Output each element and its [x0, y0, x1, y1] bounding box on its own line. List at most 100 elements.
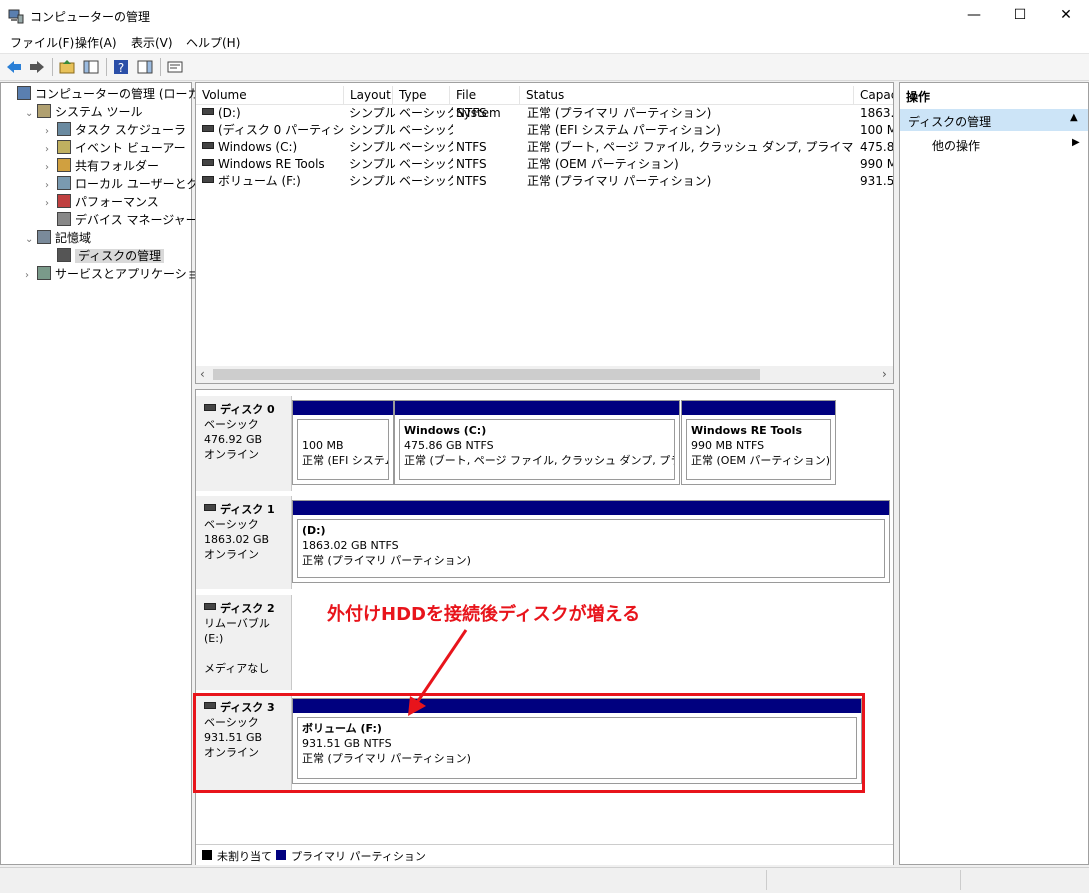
horizontal-scrollbar[interactable]: ‹ ›	[196, 366, 893, 383]
legend-unallocated: 未割り当て	[217, 850, 272, 863]
tree-item[interactable]: › タスク スケジューラ	[45, 121, 186, 139]
disk-row[interactable]: ディスク 1 ベーシック 1863.02 GB オンライン (D:) 1863.02 GB…	[196, 496, 890, 589]
tree-item[interactable]: › パフォーマンス	[45, 193, 159, 211]
minimize-button[interactable]: —	[951, 0, 997, 31]
volume-list-header: Volume Layout Type File System Status Ca…	[196, 86, 893, 120]
table-row[interactable]: Windows (C:) シンプル ベーシック NTFS 正常 (ブート, ページ ファ…	[196, 139, 893, 156]
scroll-left-icon[interactable]: ‹	[200, 367, 205, 381]
tree-item[interactable]: › イベント ビューアー	[45, 139, 186, 157]
legend-primary: プライマリ パーティション	[291, 850, 426, 863]
tree-node-icon	[37, 104, 51, 118]
volume-cell: Windows RE Tools	[202, 156, 344, 173]
table-row[interactable]: (ディスク 0 パーティション 1) シンプルベーシック 正常 (EFI システム …	[196, 122, 893, 139]
toolbar-separator	[106, 58, 107, 76]
tree-item[interactable]: ⌄ 記憶域	[25, 229, 91, 247]
console-tree-pane: コンピューターの管理 (ローカル) ⌄ システム ツール › タスク スケジューラ › イベ…	[0, 82, 234, 865]
expand-down-icon[interactable]: ⌄	[25, 105, 37, 123]
tree-item[interactable]: › 共有フォルダー	[45, 157, 159, 175]
table-cell: ベーシック	[399, 123, 453, 137]
show-hide-tree-icon[interactable]	[82, 58, 100, 76]
menu-view[interactable]: 表示(V)	[131, 34, 173, 51]
menu-file[interactable]: ファイル(F)	[10, 34, 74, 51]
forward-arrow-icon[interactable]	[28, 58, 46, 76]
column-header-layout[interactable]: Layout	[344, 86, 393, 104]
disk-name-text: ディスク 2	[220, 602, 275, 615]
partition-title: Windows (C:)	[404, 424, 487, 437]
volume-cell: ボリューム (F:)	[202, 173, 344, 190]
tree-item[interactable]: › サービスとアプリケーション	[25, 265, 211, 283]
partition-title: (D:)	[302, 524, 326, 537]
column-header-volume[interactable]: Volume	[196, 86, 344, 104]
table-cell: ベーシック	[399, 157, 453, 171]
actions-header: 操作	[906, 90, 931, 104]
partition-block[interactable]: Windows RE Tools 990 MB NTFS 正常 (OEM パーティシ…	[681, 400, 836, 485]
maximize-button[interactable]: ☐	[997, 0, 1043, 31]
tree-node-icon	[57, 158, 71, 172]
expand-right-icon[interactable]: ›	[25, 267, 37, 285]
column-header-type[interactable]: Type	[393, 86, 450, 104]
disk-info[interactable]: ディスク 0 ベーシック 476.92 GB オンライン	[196, 396, 292, 491]
volume-name: (ディスク 0 パーティション 1)	[218, 123, 344, 137]
table-cell: シンプル	[349, 140, 395, 154]
properties-icon[interactable]	[166, 58, 184, 76]
actions-pane: 操作 ディスクの管理 ▲ 他の操作 ▶	[899, 82, 1089, 865]
tree-item-label: タスク スケジューラ	[75, 123, 186, 137]
partition-status: 正常 (プライマリ パーティション)	[302, 554, 471, 567]
drive-icon	[202, 176, 214, 183]
partition-status: 正常 (OEM パーティション)	[691, 454, 831, 467]
close-button[interactable]: ✕	[1043, 0, 1089, 31]
tree-item[interactable]: デバイス マネージャー	[45, 211, 198, 229]
up-folder-icon[interactable]	[58, 58, 76, 76]
actions-section-disk-management[interactable]: ディスクの管理 ▲	[900, 109, 1088, 131]
volume-list-pane: Volume Layout Type File System Status Ca…	[195, 82, 894, 384]
partition-size: 1863.02 GB NTFS	[302, 539, 399, 552]
disk-icon	[204, 404, 216, 411]
collapse-up-icon[interactable]: ▲	[1070, 112, 1078, 123]
scrollbar-thumb[interactable]	[213, 369, 760, 380]
table-cell: シンプル	[349, 106, 395, 120]
partition-title: Windows RE Tools	[691, 424, 802, 437]
scroll-right-icon[interactable]: ›	[882, 367, 887, 381]
column-header-file-system[interactable]: File System	[450, 86, 520, 120]
disk-name: ディスク 2	[204, 601, 291, 616]
window-title: コンピューターの管理	[30, 10, 151, 24]
partition-details: 100 MB 正常 (EFI システム	[297, 419, 389, 480]
partition-size: 100 MB	[302, 439, 344, 452]
tree-item[interactable]: ディスクの管理	[45, 247, 165, 265]
tree-item[interactable]: ⌄ システム ツール	[25, 103, 142, 121]
tree-node-icon	[57, 176, 71, 190]
column-header-status[interactable]: Status	[520, 86, 854, 104]
tree-item[interactable]: コンピューターの管理 (ローカル)	[5, 85, 216, 103]
menu-help[interactable]: ヘルプ(H)	[186, 34, 240, 51]
annotation-arrow	[408, 629, 468, 716]
annotation-callout: 外付けHDDを接続後ディスクが増える	[319, 596, 711, 628]
partition-block[interactable]: Windows (C:) 475.86 GB NTFS 正常 (ブート, ページ フ…	[394, 400, 680, 485]
toolbar: ?	[0, 54, 1089, 81]
volume-name: (D:)	[218, 106, 241, 120]
table-row[interactable]: (D:) シンプル ベーシック NTFS 正常 (プライマリ パーティション) 1863.…	[196, 105, 894, 122]
disk-info[interactable]: ディスク 1 ベーシック 1863.02 GB オンライン	[196, 496, 292, 589]
disk-info[interactable]: ディスク 2 リムーバブル (E:) メディアなし	[196, 595, 292, 690]
expand-down-icon[interactable]: ⌄	[25, 231, 37, 249]
toolbar-separator	[160, 58, 161, 76]
tree-node-icon	[57, 212, 71, 226]
table-cell: 正常 (プライマリ パーティション)	[527, 174, 712, 188]
table-cell: NTFS	[456, 140, 487, 154]
volume-name: Windows (C:)	[218, 140, 298, 154]
table-row[interactable]: ボリューム (F:) シンプル ベーシック NTFS 正常 (プライマリ パーティション…	[196, 173, 893, 190]
actions-more-operations[interactable]: 他の操作 ▶	[900, 134, 1088, 154]
disk-row[interactable]: ディスク 0 ベーシック 476.92 GB オンライン 100 MB 正常 (EFI シ…	[196, 396, 890, 491]
help-icon[interactable]: ?	[112, 58, 130, 76]
partition-block[interactable]: (D:) 1863.02 GB NTFS 正常 (プライマリ パーティション)	[292, 500, 890, 583]
table-cell: NTFS	[456, 174, 487, 188]
table-row[interactable]: Windows RE Tools シンプル ベーシック NTFS 正常 (OEM パーテ…	[196, 156, 893, 173]
show-hide-action-pane-icon[interactable]	[136, 58, 154, 76]
partition-block[interactable]: 100 MB 正常 (EFI システム	[292, 400, 394, 485]
volume-name: Windows RE Tools	[218, 157, 325, 171]
menu-bar: ファイル(F) 操作(A) 表示(V) ヘルプ(H)	[0, 31, 1089, 54]
back-arrow-icon[interactable]	[5, 58, 23, 76]
submenu-right-icon: ▶	[1072, 137, 1080, 148]
menu-action[interactable]: 操作(A)	[75, 34, 117, 51]
column-header-capacity[interactable]: Capac	[854, 86, 893, 104]
table-cell: 1863.0	[860, 106, 894, 120]
